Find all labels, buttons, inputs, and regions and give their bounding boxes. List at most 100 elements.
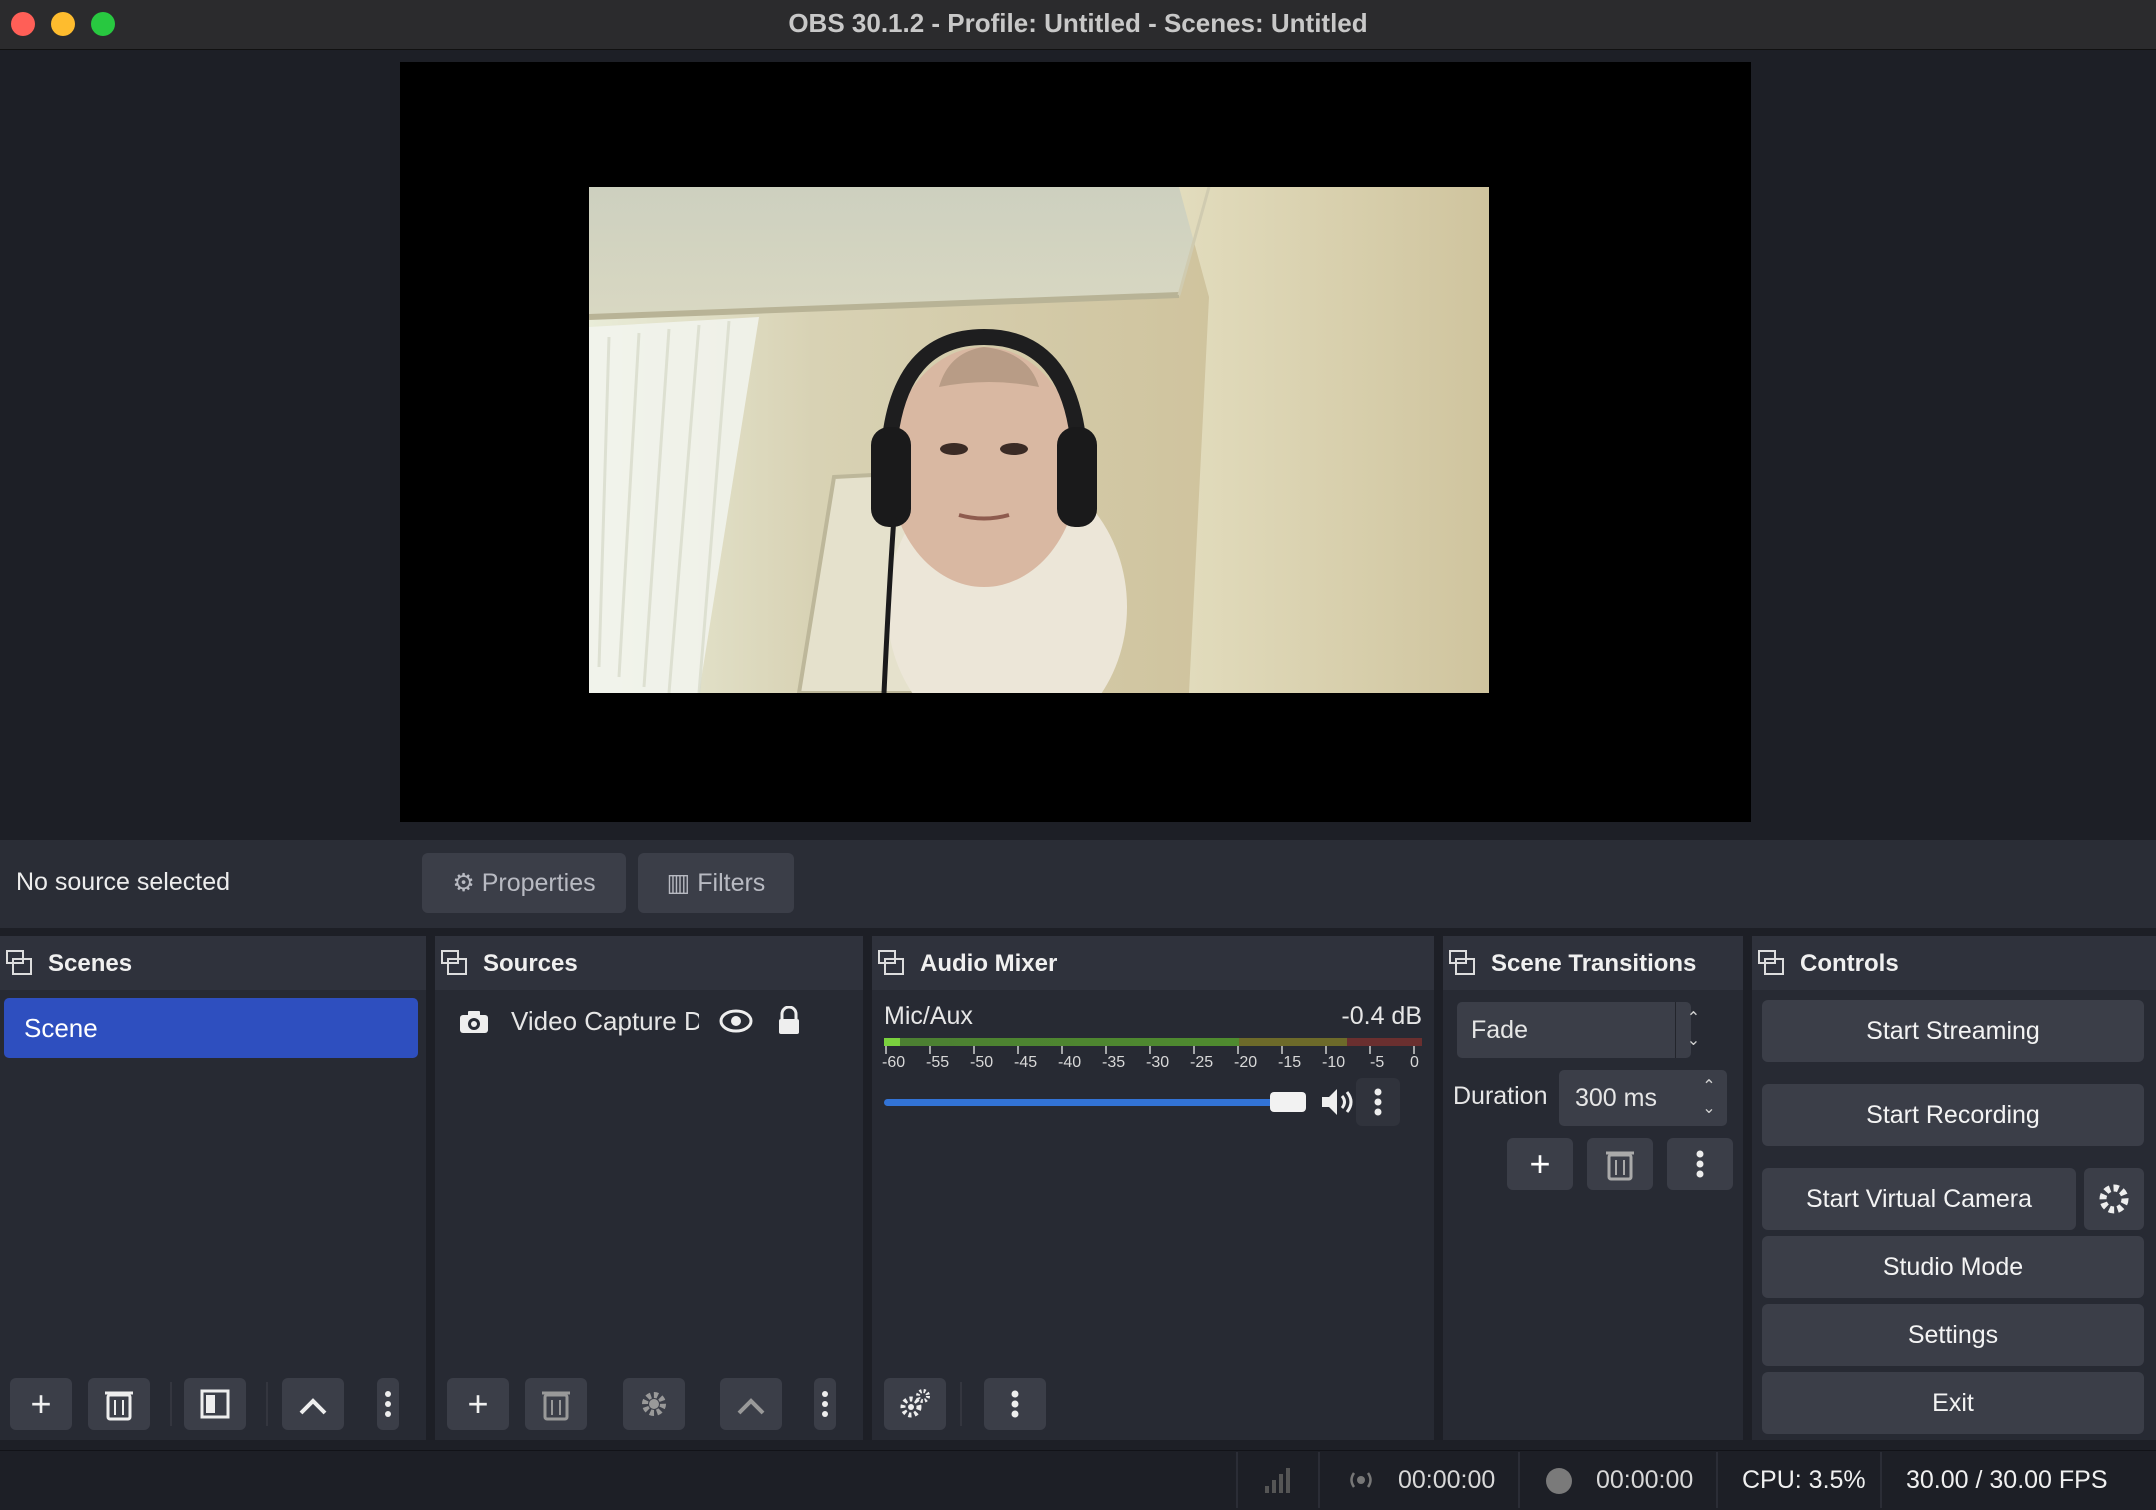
start-virtual-camera-button[interactable]: Start Virtual Camera [1762, 1168, 2076, 1230]
status-separator [1518, 1452, 1520, 1508]
scenes-dock-header[interactable]: Scenes [0, 936, 426, 990]
webcam-feed[interactable] [589, 187, 1489, 693]
db-scale-label: 0 [1410, 1054, 1419, 1071]
db-scale-label: -20 [1234, 1054, 1258, 1071]
remove-transition-button[interactable] [1587, 1138, 1653, 1190]
source-list-item[interactable]: Video Capture Device [435, 998, 863, 1046]
toolbar-separator [170, 1382, 172, 1426]
cpu-usage: CPU: 3.5% [1742, 1466, 1866, 1494]
select-arrows-icon[interactable]: ⌃ ⌄ [1675, 1002, 1711, 1058]
db-scale-label: -5 [1370, 1054, 1385, 1071]
move-scene-up-button[interactable] [282, 1378, 344, 1430]
dock-undock-icon[interactable] [1449, 950, 1475, 976]
transition-type-select[interactable]: Fade [1457, 1002, 1691, 1058]
more-vertical-icon [822, 1391, 828, 1417]
properties-button[interactable]: ⚙ Properties [422, 853, 626, 913]
dock-undock-icon[interactable] [441, 950, 467, 976]
studio-mode-button[interactable]: Studio Mode [1762, 1236, 2144, 1298]
scene-transitions-title: Scene Transitions [1491, 950, 1697, 977]
toolbar-separator [960, 1382, 962, 1426]
more-vertical-icon [1696, 1150, 1704, 1178]
zoom-window-button[interactable] [91, 12, 115, 36]
audio-mixer-dock-header[interactable]: Audio Mixer [872, 936, 1434, 990]
gear-icon [642, 1392, 666, 1416]
no-source-label: No source selected [16, 868, 231, 896]
filter-icon [200, 1389, 230, 1419]
duration-label: Duration [1453, 1082, 1548, 1110]
recording-status-icon [1546, 1468, 1572, 1494]
trash-icon [542, 1391, 570, 1421]
close-window-button[interactable] [11, 12, 35, 36]
controls-dock: Controls Start Streaming Start Recording… [1752, 936, 2156, 1440]
lock-icon[interactable] [777, 1006, 801, 1036]
more-vertical-icon [385, 1391, 391, 1417]
remove-scene-button[interactable] [88, 1378, 150, 1430]
exit-button[interactable]: Exit [1762, 1372, 2144, 1434]
spinbox-arrows-icon[interactable]: ⌃ ⌄ [1691, 1070, 1727, 1126]
audio-mixer-menu-button[interactable] [984, 1378, 1046, 1430]
start-recording-button[interactable]: Start Recording [1762, 1084, 2144, 1146]
source-name: Video Capture Device [511, 1006, 699, 1036]
virtual-camera-settings-button[interactable] [2084, 1168, 2144, 1230]
controls-title: Controls [1800, 950, 1899, 977]
db-scale-label: -60 [882, 1054, 906, 1071]
properties-label: Properties [481, 869, 596, 897]
gear-icon: ⚙ [452, 869, 482, 897]
dock-undock-icon[interactable] [878, 950, 904, 976]
window-title: OBS 30.1.2 - Profile: Untitled - Scenes:… [788, 8, 1368, 38]
scenes-more-button[interactable] [377, 1378, 399, 1430]
meter-yellow-zone [1239, 1038, 1347, 1046]
gears-icon [900, 1389, 930, 1418]
source-context-bar [0, 840, 2156, 928]
chevron-up-icon [737, 1398, 765, 1415]
mixer-channel-db: -0.4 dB [1341, 1002, 1422, 1030]
filters-label: Filters [697, 869, 766, 897]
sources-dock-header[interactable]: Sources [435, 936, 863, 990]
add-source-button[interactable]: + [447, 1378, 509, 1430]
scenes-dock: Scenes Scene + [0, 936, 426, 1440]
status-separator [1716, 1452, 1718, 1508]
sources-more-button[interactable] [814, 1378, 836, 1430]
dock-undock-icon[interactable] [1758, 950, 1784, 976]
volume-slider-handle[interactable] [1270, 1092, 1306, 1112]
scene-filters-button[interactable] [184, 1378, 246, 1430]
mixer-channel-name: Mic/Aux [884, 1002, 973, 1030]
minimize-window-button[interactable] [51, 12, 75, 36]
stream-time: 00:00:00 [1398, 1466, 1496, 1494]
scene-transitions-dock-header[interactable]: Scene Transitions [1443, 936, 1743, 990]
source-properties-button[interactable] [623, 1378, 685, 1430]
speaker-volume-icon[interactable] [1320, 1086, 1358, 1118]
mixer-channel-menu-button[interactable] [1356, 1078, 1400, 1126]
db-scale-label: -55 [926, 1054, 950, 1071]
filters-icon: ▥ [666, 869, 698, 897]
advanced-audio-properties-button[interactable] [884, 1378, 946, 1430]
volume-slider-track[interactable] [884, 1099, 1284, 1106]
controls-dock-header[interactable]: Controls [1752, 936, 2156, 990]
status-separator [1236, 1452, 1238, 1508]
dock-undock-icon[interactable] [6, 950, 32, 976]
chevron-up-icon [299, 1398, 327, 1415]
scene-list-item[interactable]: Scene [4, 998, 418, 1058]
meter-ticks [885, 1046, 1415, 1054]
more-vertical-icon [1011, 1390, 1019, 1418]
audio-mixer-title: Audio Mixer [920, 950, 1058, 977]
transition-properties-button[interactable] [1667, 1138, 1733, 1190]
trash-icon [105, 1391, 133, 1421]
move-source-up-button[interactable] [720, 1378, 782, 1430]
db-scale-label: -35 [1102, 1054, 1126, 1071]
webcam-image [589, 187, 1489, 693]
meter-green-zone [884, 1038, 1240, 1046]
db-scale-label: -40 [1058, 1054, 1082, 1071]
audio-mixer-dock: Audio Mixer Mic/Aux -0.4 dB -60 -55 -50 … [872, 936, 1434, 1440]
db-scale-label: -10 [1322, 1054, 1346, 1071]
visibility-eye-icon[interactable] [719, 1008, 753, 1034]
scene-transitions-dock: Scene Transitions Fade ⌃ ⌄ Duration 300 m… [1443, 936, 1743, 1440]
db-scale-label: -50 [970, 1054, 994, 1071]
status-separator [1880, 1452, 1882, 1508]
add-scene-button[interactable]: + [10, 1378, 72, 1430]
settings-button[interactable]: Settings [1762, 1304, 2144, 1366]
remove-source-button[interactable] [525, 1378, 587, 1430]
filters-button[interactable]: ▥ Filters [638, 853, 794, 913]
start-streaming-button[interactable]: Start Streaming [1762, 1000, 2144, 1062]
add-transition-button[interactable]: + [1507, 1138, 1573, 1190]
